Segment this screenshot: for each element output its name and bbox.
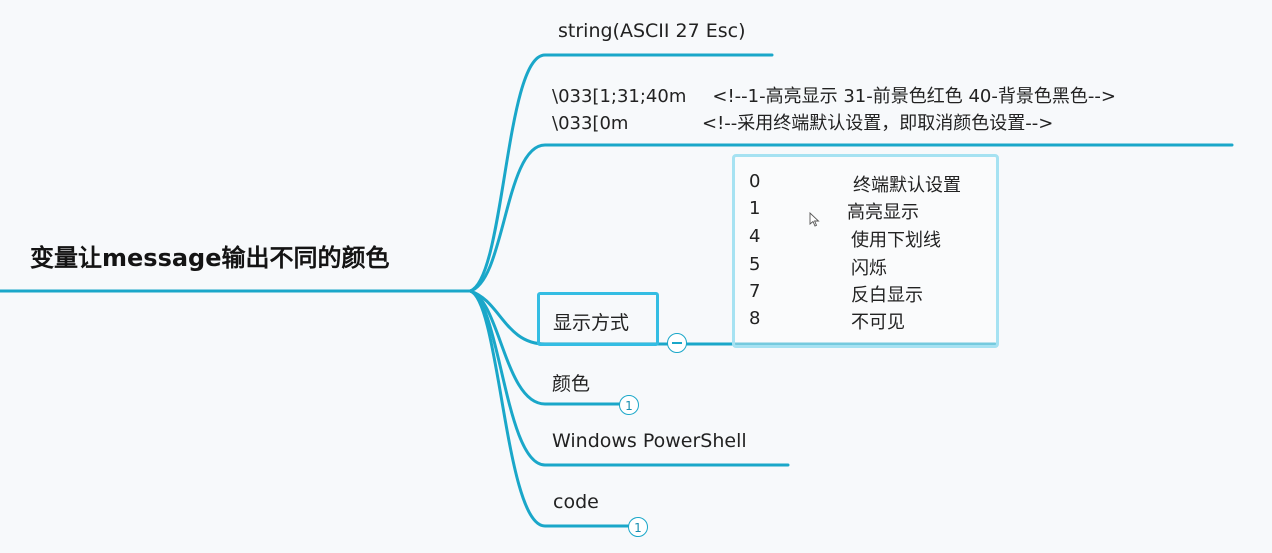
code-text: \033[0m (552, 113, 629, 134)
mindmap-canvas[interactable]: 变量让message输出不同的颜色 string(ASCII 27 Esc) \… (0, 0, 1272, 553)
code-text: \033[1;31;40m (552, 86, 687, 107)
topic-display-mode[interactable]: 显示方式 (553, 308, 629, 335)
topic-example-line-1[interactable]: \033[1;31;40m <!--1-高亮显示 31-前景色红色 40-背景色黑… (552, 82, 1116, 108)
collapsed-count-badge[interactable]: 1 (619, 395, 639, 415)
root-topic[interactable]: 变量让message输出不同的颜色 (30, 238, 390, 273)
mode-desc: 高亮显示 (847, 202, 919, 223)
mode-code: 8 (749, 308, 761, 329)
comment-text: <!--1-高亮显示 31-前景色红色 40-背景色黑色--> (712, 86, 1116, 107)
topic-example-line-2[interactable]: \033[0m <!--采用终端默认设置，即取消颜色设置--> (552, 109, 1053, 135)
topic-string[interactable]: string(ASCII 27 Esc) (558, 20, 746, 42)
topic-code[interactable]: code (553, 491, 599, 513)
topic-powershell[interactable]: Windows PowerShell (552, 430, 747, 452)
mode-code: 5 (749, 254, 761, 275)
collapsed-count-badge[interactable]: 1 (628, 517, 648, 537)
mode-desc: 不可见 (851, 312, 905, 333)
mode-code: 0 (749, 171, 761, 192)
mode-desc: 终端默认设置 (853, 175, 961, 196)
mode-code: 1 (749, 198, 761, 219)
mode-desc: 闪烁 (851, 258, 887, 279)
topic-color[interactable]: 颜色 (552, 369, 590, 396)
collapse-minus-icon[interactable] (667, 333, 687, 353)
mouse-cursor-icon (809, 212, 820, 227)
mode-code: 4 (749, 226, 761, 247)
mode-desc: 反白显示 (851, 285, 923, 306)
mode-code: 7 (749, 281, 761, 302)
comment-text: <!--采用终端默认设置，即取消颜色设置--> (702, 113, 1054, 134)
mode-desc: 使用下划线 (851, 230, 941, 251)
